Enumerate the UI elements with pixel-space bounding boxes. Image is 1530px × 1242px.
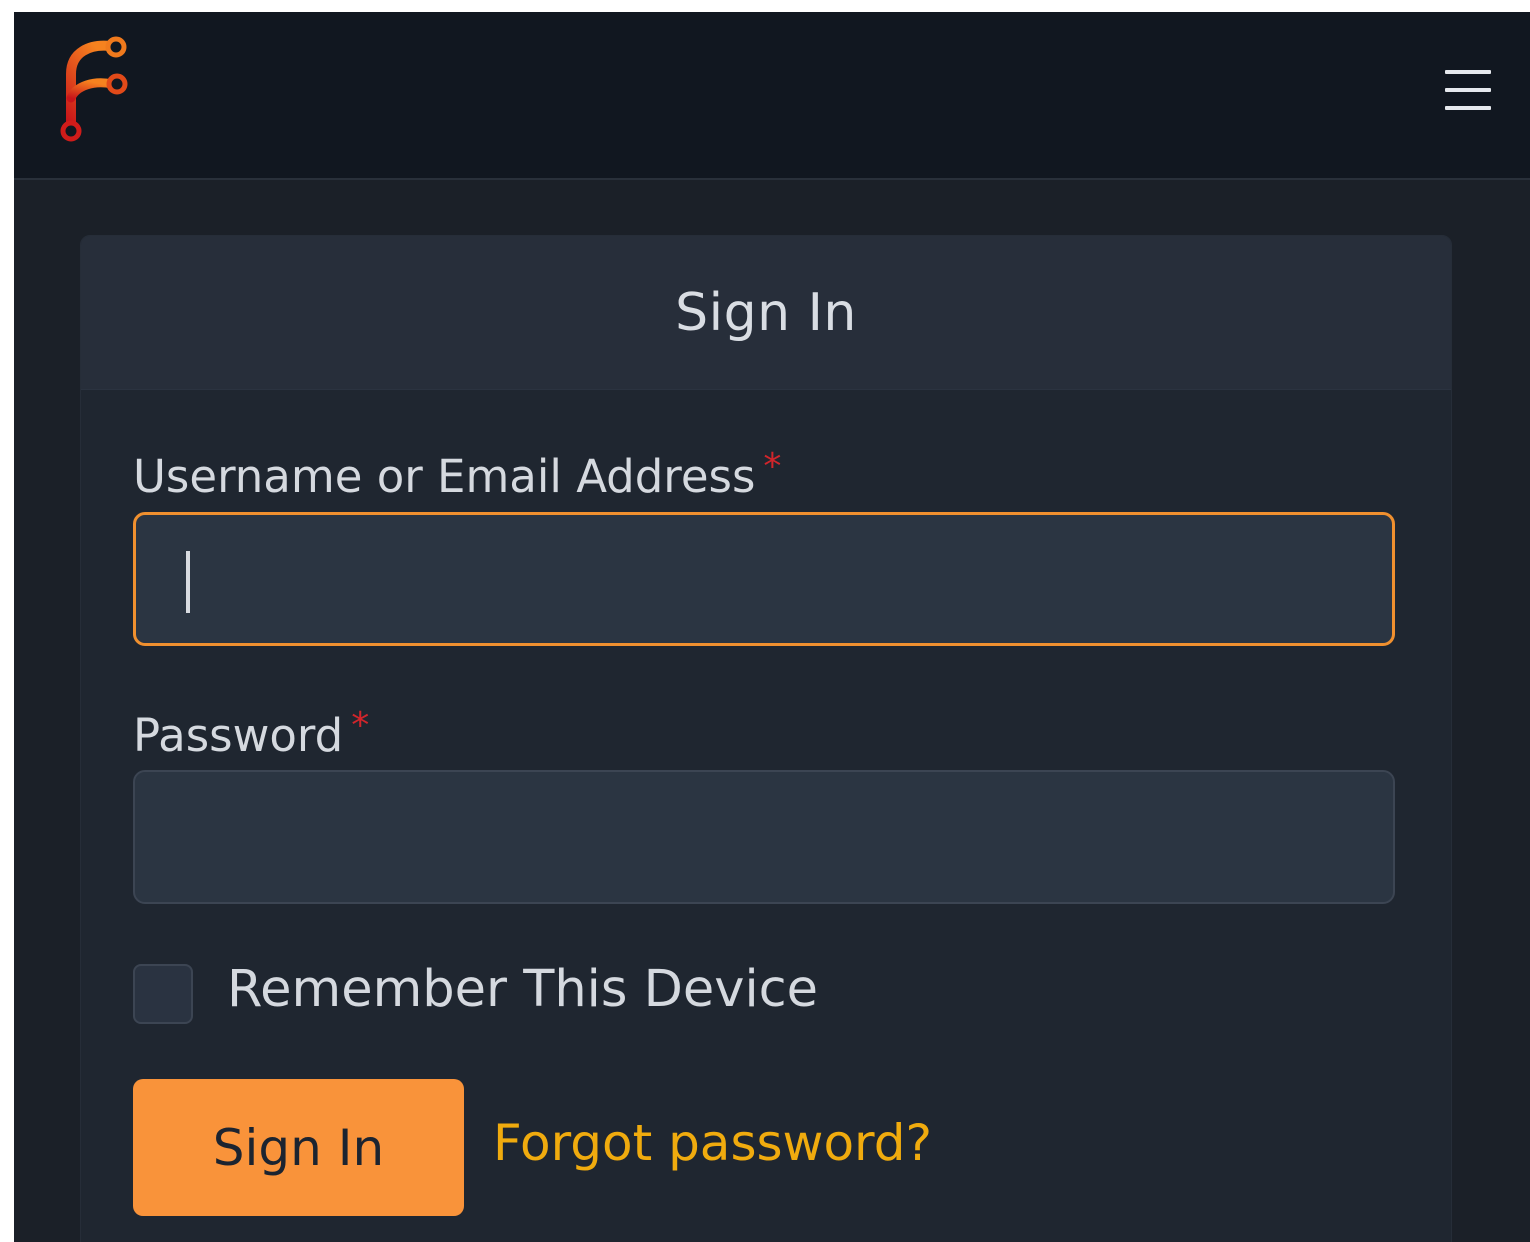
hamburger-menu-icon [1445,70,1491,110]
password-input[interactable] [133,770,1395,904]
username-label-text: Username or Email Address [133,450,756,503]
password-label: Password * [133,705,369,762]
app-frame: Sign In Username or Email Address * Passw… [14,12,1530,1242]
signin-card: Sign In Username or Email Address * Passw… [80,235,1452,1242]
menu-button[interactable] [1438,62,1498,120]
signin-button[interactable]: Sign In [133,1079,464,1216]
forgot-password-link[interactable]: Forgot password? [493,1114,932,1172]
text-caret [186,551,190,613]
home-logo-link[interactable] [54,34,134,146]
required-asterisk: * [763,446,782,487]
signin-title: Sign In [675,282,857,343]
signin-card-header: Sign In [81,236,1451,390]
remember-device-label[interactable]: Remember This Device [227,960,818,1019]
remember-device-checkbox[interactable] [133,964,193,1024]
logo-icon [60,36,128,142]
navbar [14,12,1530,180]
username-label: Username or Email Address * [133,446,781,503]
password-label-text: Password [133,709,344,762]
username-input[interactable] [133,512,1395,646]
required-asterisk: * [351,705,370,746]
